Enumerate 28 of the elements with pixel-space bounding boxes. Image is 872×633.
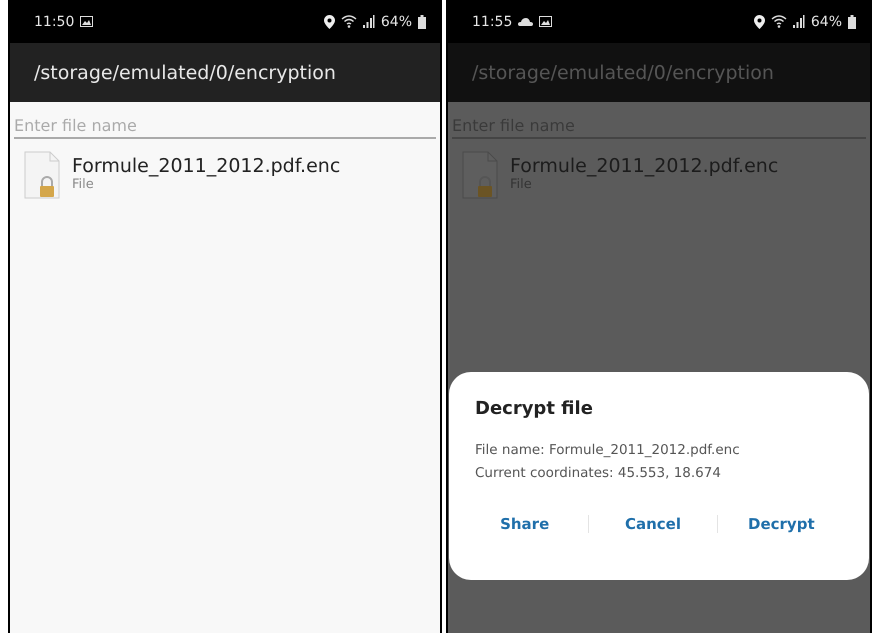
wifi-icon [770, 15, 787, 28]
file-name-field[interactable]: Enter file name [14, 112, 436, 139]
signal-icon [362, 15, 375, 28]
dialog-button[interactable]: Decrypt [718, 509, 845, 539]
dialog-text: File name: Formule_2011_2012.pdf.enc [475, 441, 741, 460]
dialog-button[interactable]: Share [461, 509, 588, 539]
folder-path: /storage/emulated/0/encryption [34, 62, 336, 84]
cloud-icon [518, 17, 534, 26]
battery-level: 64% [380, 14, 412, 30]
locked-file-icon [462, 151, 498, 199]
image-icon [80, 16, 94, 27]
file-type: File [72, 177, 95, 192]
locked-file-icon [24, 151, 60, 199]
dialog-title: Decrypt file [475, 398, 594, 419]
wifi-icon [340, 15, 357, 28]
battery-level: 64% [810, 14, 842, 30]
battery-icon [848, 14, 856, 28]
dialog-button[interactable]: Cancel [589, 509, 717, 539]
battery-icon [418, 14, 426, 28]
location-pin-icon [754, 14, 765, 28]
file-name[interactable]: Formule_2011_2012.pdf.enc [72, 151, 340, 177]
image-icon [539, 16, 552, 27]
folder-path: /storage/emulated/0/encryption [472, 62, 774, 84]
status-time: 11:50 [34, 14, 74, 30]
location-pin-icon [324, 14, 335, 28]
status-time: 11:55 [472, 14, 512, 30]
dialog-text: Current coordinates: 45.553, 18.674 [475, 464, 722, 483]
signal-icon [792, 15, 805, 28]
